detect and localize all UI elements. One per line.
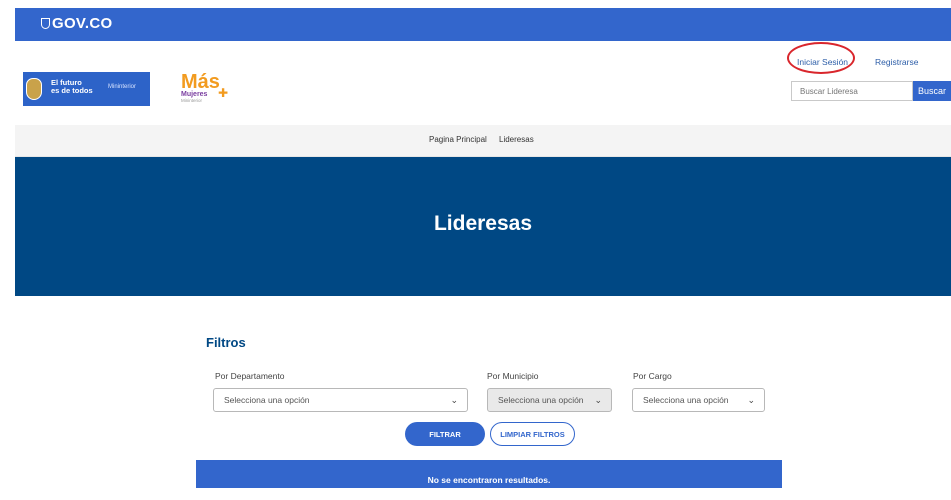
- municipality-select[interactable]: Selecciona una opción ⌄: [487, 388, 612, 412]
- gov-co-logo[interactable]: GOV.CO: [41, 15, 112, 32]
- position-select-value: Selecciona una opción: [643, 395, 729, 405]
- logo-ministry-name: Mininterior: [108, 84, 137, 90]
- municipality-label: Por Municipio: [487, 371, 539, 381]
- ministry-logo[interactable]: El futuro es de todos Mininterior: [23, 72, 150, 106]
- department-select[interactable]: Selecciona una opción ⌄: [213, 388, 468, 412]
- department-select-value: Selecciona una opción: [224, 395, 310, 405]
- search-input[interactable]: [791, 81, 913, 101]
- chevron-down-icon: ⌄: [747, 395, 755, 405]
- annotation-circle: [787, 42, 855, 74]
- no-results-banner: No se encontraron resultados.: [196, 460, 782, 488]
- coat-of-arms-icon: [26, 78, 42, 100]
- municipality-select-value: Selecciona una opción: [498, 395, 584, 405]
- gov-co-text: GOV.CO: [52, 15, 113, 32]
- logo-slogan: El futuro es de todos: [51, 79, 93, 95]
- gov-co-bar: GOV.CO: [15, 8, 951, 41]
- main-nav: Pagina Principal Lideresas: [15, 125, 951, 157]
- logo-slogan-line2: es de todos: [51, 86, 93, 95]
- page-title: Lideresas: [433, 212, 533, 235]
- program-logo[interactable]: Más Mujeres Mininterior ✚: [181, 71, 228, 103]
- filter-button[interactable]: FILTRAR: [405, 422, 485, 446]
- filters-title: Filtros: [206, 335, 246, 350]
- chevron-down-icon: ⌄: [594, 395, 602, 405]
- plus-icon: ✚: [218, 86, 229, 100]
- nav-item-lideresas[interactable]: Lideresas: [499, 135, 534, 144]
- chevron-down-icon: ⌄: [450, 395, 458, 405]
- position-label: Por Cargo: [633, 371, 672, 381]
- program-logo-main: Más: [181, 71, 220, 93]
- nav-item-home[interactable]: Pagina Principal: [429, 135, 487, 144]
- department-label: Por Departamento: [215, 371, 285, 381]
- hero-banner: Lideresas: [15, 157, 951, 296]
- program-logo-tag: Mininterior: [181, 98, 203, 103]
- register-link[interactable]: Registrarse: [875, 57, 918, 67]
- shield-icon: [41, 18, 50, 29]
- position-select[interactable]: Selecciona una opción ⌄: [632, 388, 765, 412]
- search-button[interactable]: Buscar: [913, 81, 951, 101]
- clear-filters-button[interactable]: LIMPIAR FILTROS: [490, 422, 575, 446]
